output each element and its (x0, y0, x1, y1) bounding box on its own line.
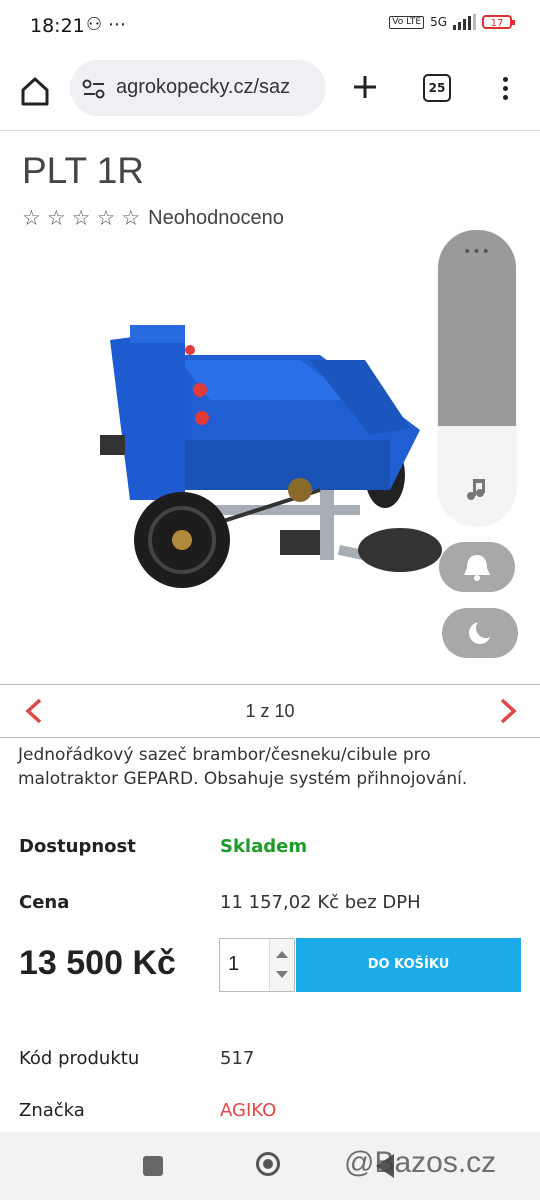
music-note-icon[interactable] (463, 475, 491, 503)
star-icon[interactable]: ☆ (121, 206, 140, 230)
site-settings-icon[interactable] (82, 78, 106, 100)
notification-icons: ⚇ ⋯ (86, 14, 126, 35)
url-text[interactable]: agrokopecky.cz/saz (116, 76, 290, 99)
browser-toolbar: agrokopecky.cz/saz 25 (0, 56, 540, 131)
bell-icon (464, 555, 490, 581)
status-bar: 18:21 ⚇ ⋯ Vo LTE 5G 17 (0, 0, 540, 56)
increment-icon[interactable] (276, 951, 288, 958)
price-without-vat: 11 157,02 Kč bez DPH (220, 892, 421, 913)
tab-switcher-button[interactable]: 25 (423, 74, 451, 102)
product-code-value: 517 (220, 1048, 255, 1069)
battery-icon: 17 (482, 15, 515, 29)
new-tab-icon[interactable] (350, 72, 380, 102)
price-label: Cena (19, 892, 70, 913)
status-indicators: Vo LTE 5G 17 (389, 14, 515, 30)
address-bar[interactable]: agrokopecky.cz/saz (70, 60, 326, 116)
dnd-mode-button[interactable] (442, 608, 518, 658)
decrement-icon[interactable] (276, 971, 288, 978)
star-icon[interactable]: ☆ (72, 206, 91, 230)
product-code-label: Kód produktu (19, 1048, 140, 1069)
product-rating[interactable]: ☆ ☆ ☆ ☆ ☆ Neohodnoceno (22, 206, 284, 230)
product-image[interactable] (90, 300, 450, 600)
star-icon[interactable]: ☆ (47, 206, 66, 230)
home-nav-icon[interactable] (256, 1152, 280, 1176)
gallery-navigation: 1 z 10 (0, 684, 540, 738)
product-title: PLT 1R (22, 150, 145, 191)
ring-mode-button[interactable] (439, 542, 515, 592)
rating-text: Neohodnoceno (148, 206, 284, 229)
star-icon[interactable]: ☆ (22, 206, 41, 230)
quantity-stepper-arrows[interactable] (269, 939, 294, 991)
star-icon[interactable]: ☆ (96, 206, 115, 230)
quantity-stepper[interactable]: 1 (219, 938, 295, 992)
more-menu-icon[interactable] (500, 74, 510, 104)
home-icon[interactable] (18, 74, 52, 108)
chevron-right-icon[interactable] (496, 697, 520, 725)
signal-icon (453, 14, 476, 30)
system-navigation-bar: @Bazos.cz (0, 1132, 540, 1200)
gallery-counter: 1 z 10 (245, 701, 295, 721)
watermark: @Bazos.cz (344, 1146, 497, 1179)
panel-more-icon[interactable]: ••• (438, 244, 516, 260)
volume-panel[interactable]: ••• (438, 230, 516, 526)
add-to-cart-button[interactable]: DO KOŠÍKU (296, 938, 521, 992)
availability-value: Skladem (220, 836, 308, 857)
brand-link[interactable]: AGIKO (220, 1100, 276, 1121)
price-with-vat: 13 500 Kč (19, 944, 176, 982)
quantity-input[interactable]: 1 (228, 953, 239, 976)
brand-label: Značka (19, 1100, 85, 1121)
recents-icon[interactable] (143, 1156, 163, 1176)
moon-icon (469, 618, 496, 644)
product-description: Jednořádkový sazeč brambor/česneku/cibul… (18, 745, 468, 789)
availability-label: Dostupnost (19, 836, 136, 857)
network-type: 5G (430, 15, 447, 29)
volte-badge: Vo LTE (389, 15, 425, 29)
status-time: 18:21 (30, 15, 85, 37)
